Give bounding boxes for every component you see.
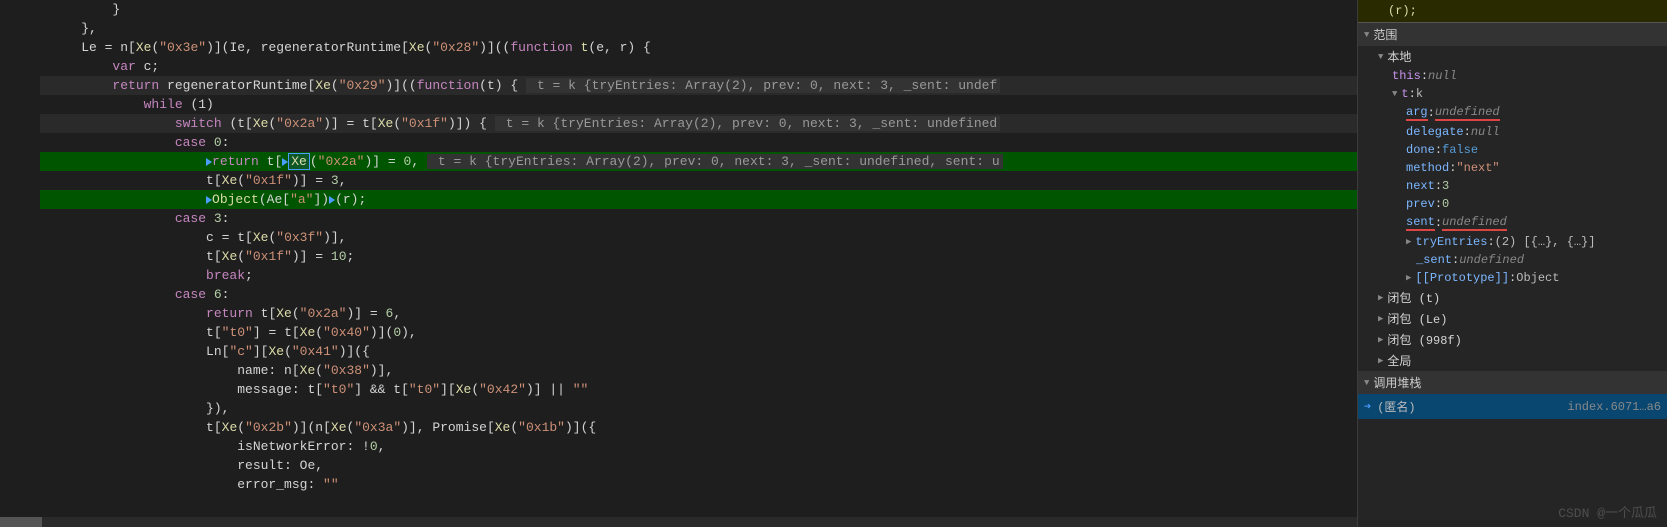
scope-property-arg[interactable]: arg: undefined xyxy=(1358,103,1667,123)
scope-property-prototype[interactable]: ▶[[Prototype]]: Object xyxy=(1358,269,1667,287)
chevron-down-icon: ▼ xyxy=(1392,89,1397,99)
context-preview: (r); xyxy=(1358,0,1667,23)
scope-property-next[interactable]: next: 3 xyxy=(1358,177,1667,195)
code-line: switch (t[Xe("0x2a")] = t[Xe("0x1f")]) {… xyxy=(40,114,1357,133)
callstack-section-header[interactable]: ▼调用堆栈 xyxy=(1358,371,1667,394)
code-line: t["t0"] = t[Xe("0x40")](0), xyxy=(40,323,1357,342)
scrollbar-thumb[interactable] xyxy=(0,517,42,527)
chevron-right-icon: ▶ xyxy=(1406,273,1411,283)
chevron-right-icon: ▶ xyxy=(1378,314,1383,324)
code-line-highlighted: return t[Xe("0x2a")] = 0, t = k {tryEntr… xyxy=(40,152,1357,171)
scope-property-this[interactable]: this: null xyxy=(1358,67,1667,85)
scope-property-sent2[interactable]: _sent: undefined xyxy=(1358,251,1667,269)
scope-section-header[interactable]: ▼范围 xyxy=(1358,23,1667,46)
scope-property-t[interactable]: ▼t: k xyxy=(1358,85,1667,103)
code-line: }, xyxy=(40,19,1357,38)
current-frame-arrow-icon: ➔ xyxy=(1364,399,1371,414)
code-editor[interactable]: } }, Le = n[Xe("0x3e")](Ie, regeneratorR… xyxy=(0,0,1357,527)
inline-value[interactable]: t = k {tryEntries: Array(2), prev: 0, ne… xyxy=(526,78,1000,93)
code-line: t[Xe("0x2b")](n[Xe("0x3a")], Promise[Xe(… xyxy=(40,418,1357,437)
chevron-down-icon: ▼ xyxy=(1364,30,1369,40)
code-line: c = t[Xe("0x3f")], xyxy=(40,228,1357,247)
code-line: var c; xyxy=(40,57,1357,76)
scope-global[interactable]: ▶全局 xyxy=(1358,350,1667,371)
debugger-sidebar: (r); ▼范围 ▼本地 this: null ▼t: k arg: undef… xyxy=(1357,0,1667,527)
scope-closure-t[interactable]: ▶闭包 (t) xyxy=(1358,287,1667,308)
callstack-frame-source: index.6071…a6 xyxy=(1567,400,1661,414)
code-line: result: Oe, xyxy=(40,456,1357,475)
chevron-right-icon: ▶ xyxy=(1378,293,1383,303)
scope-property-sent[interactable]: sent: undefined xyxy=(1358,213,1667,233)
code-line: break; xyxy=(40,266,1357,285)
chevron-right-icon: ▶ xyxy=(1378,356,1383,366)
callstack-frame-name: (匿名) xyxy=(1377,398,1415,415)
scope-property-prev[interactable]: prev: 0 xyxy=(1358,195,1667,213)
code-line: while (1) xyxy=(40,95,1357,114)
scope-property-delegate[interactable]: delegate: null xyxy=(1358,123,1667,141)
scope-closure-le[interactable]: ▶闭包 (Le) xyxy=(1358,308,1667,329)
inline-value[interactable]: t = k {tryEntries: Array(2), prev: 0, ne… xyxy=(427,154,1003,169)
inline-value[interactable]: t = k {tryEntries: Array(2), prev: 0, ne… xyxy=(495,116,1000,131)
scope-closure-998f[interactable]: ▶闭包 (998f) xyxy=(1358,329,1667,350)
code-line: case 0: xyxy=(40,133,1357,152)
code-line: case 3: xyxy=(40,209,1357,228)
code-line: isNetworkError: !0, xyxy=(40,437,1357,456)
code-line-current-execution: Object(Ae["a"])(r); xyxy=(40,190,1357,209)
code-line: error_msg: "" xyxy=(40,475,1357,494)
code-line: message: t["t0"] && t["t0"][Xe("0x42")] … xyxy=(40,380,1357,399)
code-line: return t[Xe("0x2a")] = 6, xyxy=(40,304,1357,323)
callstack-frame[interactable]: ➔ (匿名) index.6071…a6 xyxy=(1358,394,1667,419)
code-line: } xyxy=(40,0,1357,19)
scope-property-tryentries[interactable]: ▶tryEntries: (2) [{…}, {…}] xyxy=(1358,233,1667,251)
code-line: t[Xe("0x1f")] = 3, xyxy=(40,171,1357,190)
code-line: Le = n[Xe("0x3e")](Ie, regeneratorRuntim… xyxy=(40,38,1357,57)
code-line: Ln["c"][Xe("0x41")]({ xyxy=(40,342,1357,361)
code-line: t[Xe("0x1f")] = 10; xyxy=(40,247,1357,266)
chevron-right-icon: ▶ xyxy=(1406,237,1411,247)
scope-local-header[interactable]: ▼本地 xyxy=(1358,46,1667,67)
chevron-down-icon: ▼ xyxy=(1364,378,1369,388)
code-line: }), xyxy=(40,399,1357,418)
scope-property-done[interactable]: done: false xyxy=(1358,141,1667,159)
code-line: case 6: xyxy=(40,285,1357,304)
code-line: name: n[Xe("0x38")], xyxy=(40,361,1357,380)
chevron-down-icon: ▼ xyxy=(1378,52,1383,62)
chevron-right-icon: ▶ xyxy=(1378,335,1383,345)
horizontal-scrollbar[interactable] xyxy=(0,517,1357,527)
code-line: return regeneratorRuntime[Xe("0x29")]((f… xyxy=(40,76,1357,95)
scope-property-method[interactable]: method: "next" xyxy=(1358,159,1667,177)
